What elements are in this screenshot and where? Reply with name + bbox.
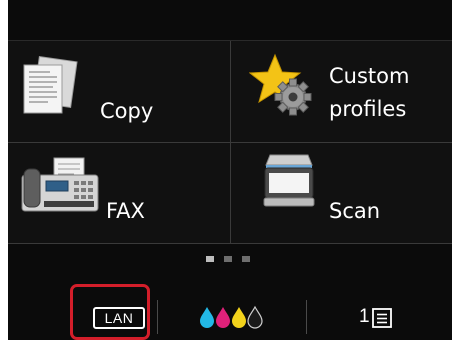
ink-levels-icon[interactable] [199,304,263,330]
custom-profiles-label-line1: Custom [329,64,410,88]
fax-tile[interactable]: FAX [8,143,230,243]
status-divider-2 [306,300,307,334]
page-dot-2 [224,256,232,262]
page-dot-3 [242,256,250,262]
star-gear-icon [249,53,312,116]
paper-tray-number[interactable]: 1 [359,305,370,329]
fax-machine-icon [21,157,99,212]
copy-documents-icon [23,56,78,114]
scan-label: Scan [329,199,381,223]
tile-divider-bottom [8,243,452,244]
fax-label: FAX [106,199,145,223]
custom-profiles-label-line2: profiles [329,97,407,121]
lan-highlight-frame [70,284,150,340]
scanner-icon [263,154,315,207]
copy-label: Copy [100,99,154,123]
scan-tile[interactable]: Scan [231,143,452,243]
page-dot-1 [206,256,214,262]
paper-tray-icon[interactable] [372,308,392,328]
copy-tile[interactable]: Copy [8,41,230,142]
status-divider-1 [157,300,158,334]
custom-profiles-tile[interactable]: Custom profiles [231,41,452,142]
